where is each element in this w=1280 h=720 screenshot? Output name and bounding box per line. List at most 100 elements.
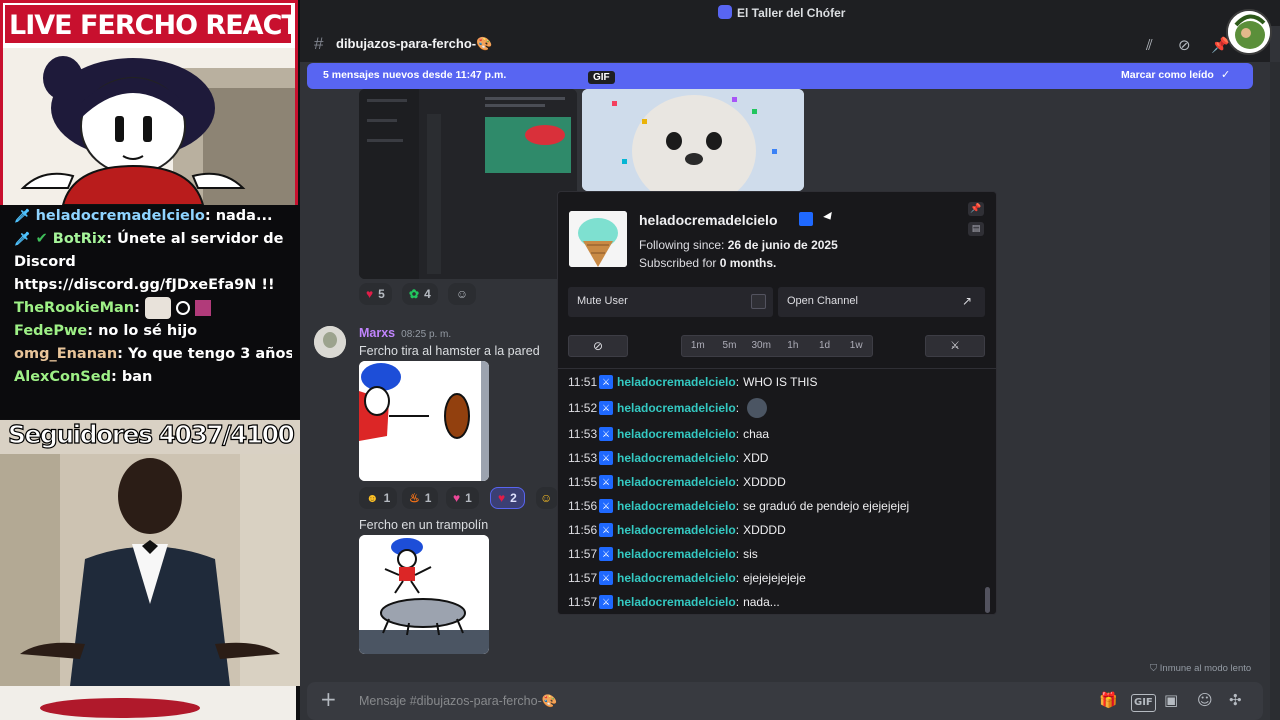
- mute-user-checkbox[interactable]: [751, 294, 766, 309]
- moderator-sword-badge-icon: ⚔: [599, 475, 613, 489]
- seal-gif-attachment[interactable]: [582, 89, 804, 191]
- reaction-tongue[interactable]: ☻ 1: [359, 487, 398, 509]
- moderator-sword-badge-icon: ⚔: [599, 571, 613, 585]
- ban-button[interactable]: ⊘: [568, 335, 628, 357]
- message-author[interactable]: Marxs: [359, 326, 395, 340]
- timeout-button[interactable]: 1w: [840, 336, 872, 356]
- timeout-button[interactable]: 30m: [745, 336, 777, 356]
- overlay-chat-user: BotRix: [52, 231, 107, 247]
- moderator-sword-badge-icon: ⚔: [599, 499, 613, 513]
- reaction-count: 5: [378, 287, 385, 301]
- add-reaction-button[interactable]: ☺: [448, 283, 476, 305]
- log-time: 11:56: [568, 499, 598, 513]
- log-user[interactable]: heladocremadelcielo: [617, 427, 736, 441]
- reaction-count: 1: [465, 491, 472, 505]
- channel-name[interactable]: dibujazos-para-fercho-🎨: [336, 36, 492, 52]
- log-user[interactable]: heladocremadelcielo: [617, 595, 736, 609]
- timeout-button[interactable]: 1m: [682, 336, 714, 356]
- mark-as-read-button[interactable]: Marcar como leído: [1121, 69, 1214, 81]
- message-input[interactable]: [359, 692, 1039, 710]
- moderator-sword-badge-icon: ⚔: [599, 595, 613, 609]
- overlay-chat-user: heladocremadelcielo: [35, 208, 205, 224]
- smile-icon: ☺: [455, 287, 469, 301]
- reaction-count: 2: [510, 491, 517, 505]
- chat-log-row: 11:57 ⚔ heladocremadelcielo: nada...: [568, 595, 780, 609]
- external-arrow-icon[interactable]: ↗: [962, 294, 972, 308]
- log-time: 11:52: [568, 401, 598, 415]
- overlay-chat-line: AlexConSed: ban: [14, 369, 153, 385]
- hamster-drawing: [359, 361, 489, 481]
- mark-read-icon[interactable]: ✓: [1221, 68, 1230, 81]
- tongue-face-icon: ☻: [366, 491, 379, 505]
- overlay-chat-line: TheRookieMan:: [14, 297, 292, 320]
- log-user[interactable]: heladocremadelcielo: [617, 571, 736, 585]
- apps-icon[interactable]: ✣: [1229, 692, 1242, 708]
- ban-icon: ⊘: [592, 339, 604, 353]
- following-date: 26 de junio de 2025: [727, 238, 838, 252]
- log-message: ejejejejejeje: [743, 571, 806, 585]
- log-user[interactable]: heladocremadelcielo: [617, 451, 736, 465]
- presenter-video-illustration: [0, 454, 300, 686]
- heart-icon: ♥: [498, 491, 506, 505]
- reaction-heart[interactable]: ♥ 5: [359, 283, 392, 305]
- notifications-muted-icon[interactable]: ⊘: [1178, 36, 1191, 54]
- reaction-cat[interactable]: ☺: [536, 487, 558, 509]
- log-time: 11:57: [568, 571, 598, 585]
- emoji-icon[interactable]: ☺: [1197, 692, 1213, 708]
- user-card-avatar: [569, 211, 627, 267]
- overlay-chat-line: FedePwe: no lo sé hijo: [14, 323, 198, 339]
- sticker-icon[interactable]: ▣: [1164, 692, 1178, 708]
- timeout-button[interactable]: 1h: [777, 336, 809, 356]
- reaction-heart-active[interactable]: ♥ 2: [490, 487, 525, 509]
- reaction-sparkle-heart[interactable]: ♥ 1: [446, 487, 479, 509]
- cat-emote-icon: [144, 297, 171, 319]
- overlay-chat-user: FedePwe: [14, 323, 88, 339]
- mod-button[interactable]: ⚔: [925, 335, 985, 357]
- chat-log-row: 11:55 ⚔ heladocremadelcielo: XDDDD: [568, 475, 786, 489]
- chat-log-row: 11:57 ⚔ heladocremadelcielo: ejejejejejej…: [568, 571, 806, 585]
- log-user[interactable]: heladocremadelcielo: [617, 499, 736, 513]
- pin-card-icon[interactable]: 📌: [968, 202, 984, 216]
- reaction-fire[interactable]: ♨ 1: [402, 487, 439, 509]
- chat-log-row: 11:56 ⚔ heladocremadelcielo: se graduó de…: [568, 499, 910, 513]
- log-time: 11:53: [568, 427, 598, 441]
- threads-icon[interactable]: ⫽: [1146, 36, 1153, 54]
- hamster-drawing-attachment[interactable]: [359, 361, 489, 481]
- plant-icon: ✿: [409, 287, 420, 301]
- screenshot-attachment[interactable]: [359, 89, 577, 279]
- chat-log-row: 11:56 ⚔ heladocremadelcielo: XDDDD: [568, 523, 786, 537]
- log-user[interactable]: heladocremadelcielo: [617, 475, 736, 489]
- reaction-count: 4: [424, 287, 431, 301]
- gif-picker-icon[interactable]: GIF: [1131, 694, 1156, 712]
- gift-icon[interactable]: 🎁: [1099, 692, 1118, 708]
- log-time: 11:57: [568, 547, 598, 561]
- log-user[interactable]: heladocremadelcielo: [617, 375, 736, 389]
- overlay-footer-graphic: [0, 686, 296, 720]
- hash-icon: #: [314, 34, 324, 53]
- log-time: 11:53: [568, 451, 598, 465]
- server-name: El Taller del Chófer: [737, 6, 846, 20]
- card-divider: [557, 368, 997, 369]
- log-user[interactable]: heladocremadelcielo: [617, 547, 736, 561]
- timeout-button[interactable]: 5m: [714, 336, 746, 356]
- log-message: XDD: [743, 451, 769, 465]
- chat-log-row: 11:53 ⚔ heladocremadelcielo: chaa: [568, 427, 770, 441]
- message-text: Fercho en un trampolín: [359, 518, 489, 532]
- bottom-video-frame: [0, 454, 300, 686]
- subscribed-value: 0 months.: [719, 256, 777, 270]
- reaction-plant[interactable]: ✿ 4: [402, 283, 438, 305]
- user-card-scrollbar[interactable]: [985, 587, 990, 613]
- timeout-button[interactable]: 1d: [809, 336, 841, 356]
- pixel-emote-icon: [195, 300, 212, 316]
- log-user[interactable]: heladocremadelcielo: [617, 523, 736, 537]
- user-card-username[interactable]: heladocremadelcielo: [639, 212, 778, 228]
- avatar[interactable]: [314, 326, 346, 358]
- message-text: Fercho tira al hamster a la pared: [359, 344, 540, 358]
- upload-plus-icon[interactable]: +: [320, 689, 337, 709]
- close-card-icon[interactable]: ▤: [968, 222, 984, 236]
- trampoline-drawing-attachment[interactable]: [359, 535, 489, 654]
- message-header: Marxs 08:25 p. m.: [359, 326, 451, 340]
- trampoline-drawing: [359, 535, 489, 654]
- new-messages-text[interactable]: 5 mensajes nuevos desde 11:47 p.m.: [323, 69, 506, 81]
- log-user[interactable]: heladocremadelcielo: [617, 401, 736, 415]
